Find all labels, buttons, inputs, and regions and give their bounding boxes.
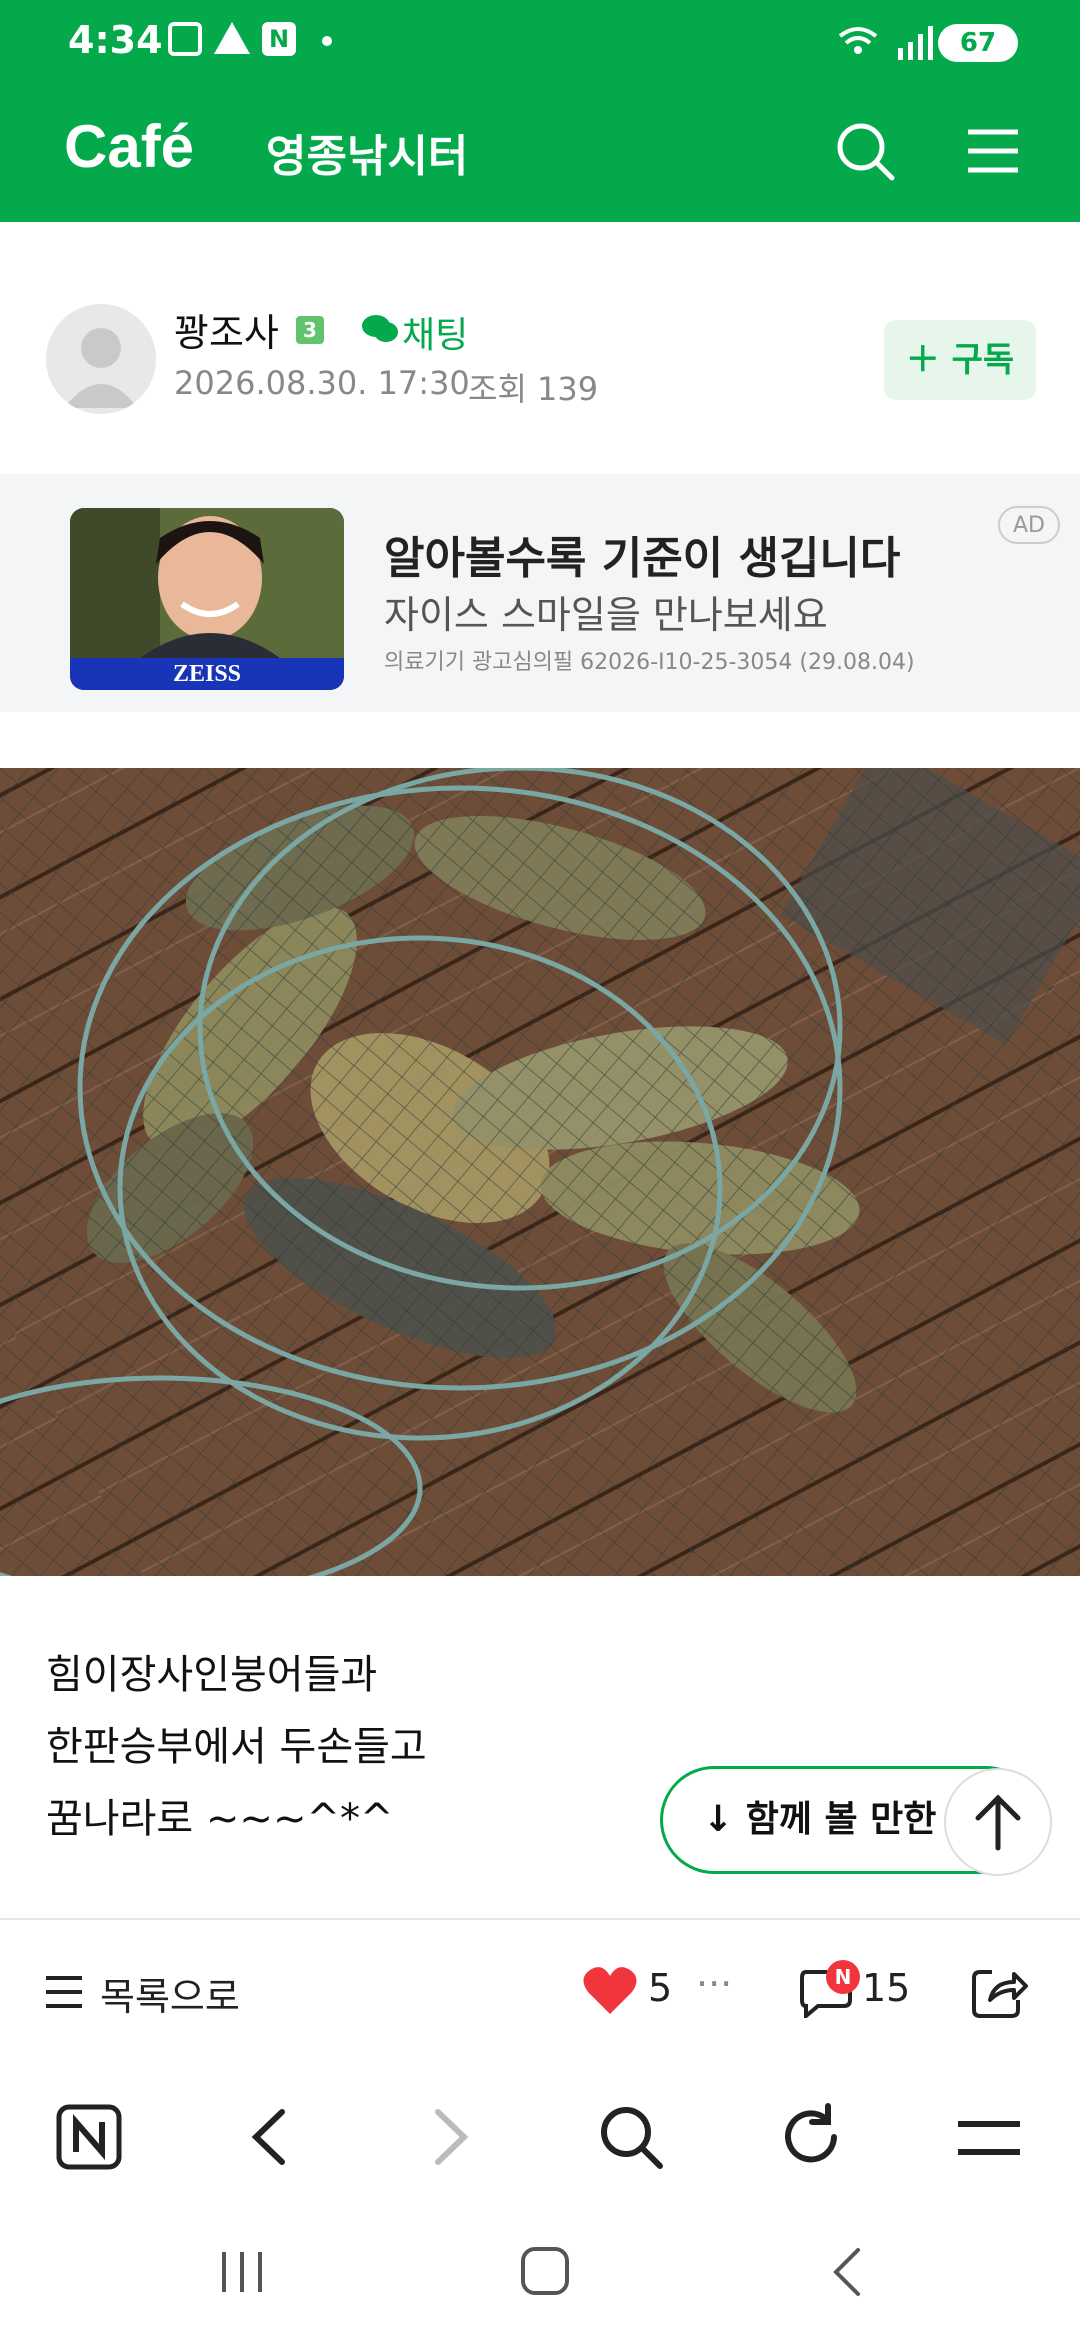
ad-badge[interactable]: AD: [998, 506, 1060, 544]
comment-count[interactable]: 15: [862, 1966, 910, 2010]
naver-notification-icon: N: [262, 22, 296, 56]
search-icon[interactable]: [830, 116, 900, 186]
avatar[interactable]: [46, 304, 156, 414]
screenshot-icon: [168, 22, 202, 56]
back-icon[interactable]: [240, 2104, 300, 2170]
body-text-line: 한판승부에서 두손들고: [46, 1724, 427, 1770]
subscribe-label: 구독: [951, 340, 1015, 380]
chat-icon[interactable]: [360, 312, 400, 346]
new-comment-badge: N: [826, 1960, 860, 1994]
chat-link[interactable]: 채팅: [402, 306, 468, 358]
menu-icon[interactable]: [954, 2110, 1024, 2166]
browser-toolbar: [0, 2064, 1080, 2214]
plus-icon: ＋: [905, 340, 952, 380]
recent-apps-icon[interactable]: [218, 2248, 268, 2296]
cafe-logo[interactable]: Café: [64, 112, 194, 181]
status-bar: 4:34 N 67: [0, 0, 1080, 84]
body-text-line: 꿈나라로 ~~~^*^: [46, 1796, 394, 1842]
wifi-signal-icon: [838, 26, 933, 60]
ad-brand-logo: ZEISS: [172, 661, 242, 687]
more-options-icon[interactable]: ···: [696, 1962, 732, 2006]
cafe-name[interactable]: 영종낚시터: [266, 120, 468, 184]
refresh-icon[interactable]: [776, 2102, 846, 2172]
warning-icon: [214, 22, 250, 54]
post-photo[interactable]: [0, 768, 1080, 1576]
naver-home-icon[interactable]: [56, 2104, 122, 2170]
notification-dot-icon: [322, 36, 332, 46]
status-time: 4:34: [68, 18, 163, 62]
ad-subtitle: 자이스 스마일을 만나보세요: [384, 593, 828, 637]
home-icon[interactable]: [518, 2244, 572, 2298]
author-name[interactable]: 꽝조사: [174, 302, 279, 357]
arrow-up-icon: [975, 1794, 1021, 1851]
divider: [0, 1918, 1080, 1920]
back-to-list-button[interactable]: 목록으로: [100, 1966, 240, 2021]
forward-icon[interactable]: [420, 2104, 480, 2170]
list-icon: [46, 1976, 82, 2008]
heart-icon[interactable]: [582, 1964, 638, 2016]
ad-disclaimer: 의료기기 광고심의필 62026-I10-25-3054 (29.08.04): [384, 650, 915, 675]
subscribe-button[interactable]: ＋ 구독: [884, 320, 1036, 400]
system-back-icon[interactable]: [826, 2244, 866, 2300]
share-icon[interactable]: [968, 1962, 1028, 2022]
member-level-badge: 3: [296, 316, 324, 344]
menu-icon[interactable]: [958, 116, 1028, 186]
body-text-line: 힘이장사인붕어들과: [46, 1652, 378, 1698]
like-count[interactable]: 5: [648, 1966, 672, 2010]
search-icon[interactable]: [596, 2102, 666, 2172]
view-count: 조회 139: [468, 370, 599, 408]
battery-indicator: 67: [938, 24, 1018, 62]
ad-image[interactable]: ZEISS: [70, 508, 344, 690]
ad-title[interactable]: 알아볼수록 기준이 생깁니다: [384, 522, 900, 586]
scroll-to-top-button[interactable]: [944, 1768, 1052, 1876]
post-date: 2026.08.30. 17:30: [174, 364, 470, 402]
